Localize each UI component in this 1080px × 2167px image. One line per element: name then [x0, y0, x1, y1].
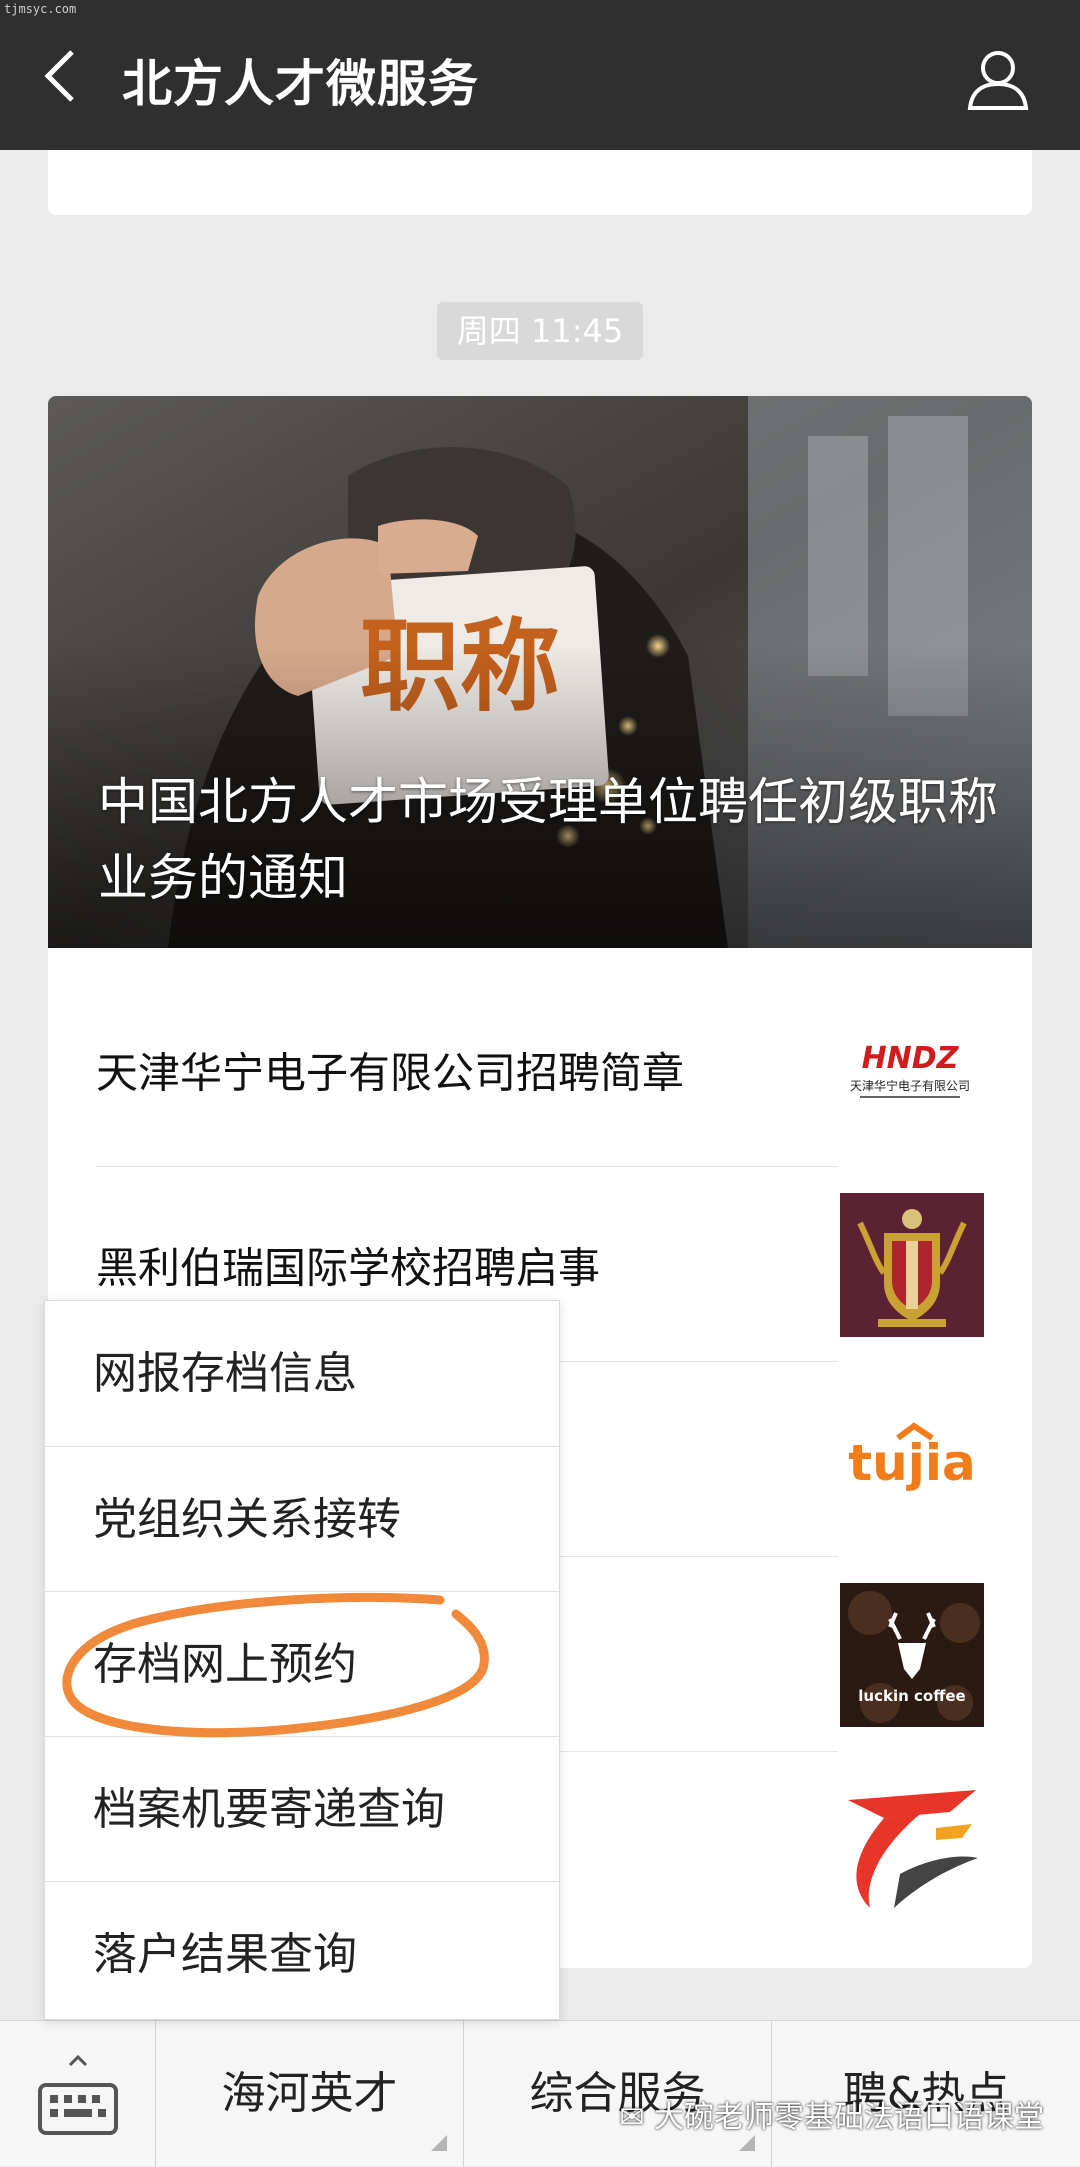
article-thumbnail: luckin coffee: [840, 1582, 984, 1727]
article-item[interactable]: 天津华宁电子有限公司招聘简章 HNDZ 天津华宁电子有限公司: [48, 972, 1032, 1167]
menu-item-online-archive-info[interactable]: 网报存档信息: [45, 1301, 559, 1446]
svg-text:tujia: tujia: [848, 1434, 976, 1492]
wechat-icon: ✉: [619, 2100, 654, 2135]
tujia-logo-icon: tujia: [840, 1387, 984, 1532]
cover-article[interactable]: 职称 中国北方人才市场受理单位聘任初级职称业务的通知: [48, 396, 1032, 948]
back-button[interactable]: [38, 48, 88, 104]
svg-text:luckin coffee: luckin coffee: [858, 1687, 965, 1705]
menu-item-party-relation-transfer[interactable]: 党组织关系接转: [45, 1446, 559, 1591]
site-watermark: tjmsyc.com: [4, 2, 77, 16]
article-thumbnail: [840, 1192, 984, 1337]
cover-title: 中国北方人才市场受理单位聘任初级职称业务的通知: [98, 773, 998, 907]
article-thumbnail: [840, 1777, 984, 1922]
submenu-indicator-icon: [431, 2135, 447, 2151]
channel-watermark: ✉ 大碗老师零基础法语口语课堂: [619, 2100, 1044, 2135]
top-bar: 北方人才微服务: [0, 0, 1080, 150]
article-title: 天津华宁电子有限公司招聘简章: [96, 1048, 685, 1097]
article-thumbnail: HNDZ 天津华宁电子有限公司: [840, 997, 984, 1142]
svg-text:HNDZ: HNDZ: [862, 1041, 960, 1076]
back-arrow-icon: [44, 50, 74, 102]
menu-item-archive-online-booking[interactable]: 存档网上预约: [45, 1591, 559, 1736]
school-crest-icon: [840, 1192, 984, 1337]
service-submenu: 网报存档信息 党组织关系接转 存档网上预约 档案机要寄递查询 落户结果查询: [44, 1300, 560, 2020]
profile-button[interactable]: [966, 48, 1030, 112]
luckin-coffee-logo-icon: luckin coffee: [840, 1582, 984, 1727]
company-logo-icon: HNDZ 天津华宁电子有限公司: [840, 997, 984, 1142]
menu-item-settlement-result-query[interactable]: 落户结果查询: [45, 1881, 559, 2026]
menu-item-archive-mail-tracking[interactable]: 档案机要寄递查询: [45, 1736, 559, 1881]
submenu-indicator-icon: [739, 2135, 755, 2151]
tab-haihe-talent[interactable]: 海河英才: [156, 2021, 464, 2167]
red-swoosh-logo-icon: [840, 1777, 984, 1922]
page-title: 北方人才微服务: [122, 55, 479, 113]
timestamp-badge: 周四 11:45: [437, 302, 643, 360]
previous-message-card[interactable]: [48, 150, 1032, 215]
article-title: 黑利伯瑞国际学校招聘启事: [96, 1243, 601, 1292]
article-thumbnail: tujia: [840, 1387, 984, 1532]
svg-text:天津华宁电子有限公司: 天津华宁电子有限公司: [850, 1078, 970, 1093]
tab-label: 海河英才: [221, 2068, 398, 2119]
keyboard-toggle-button[interactable]: [0, 2021, 156, 2167]
user-icon: [967, 51, 1029, 110]
keyboard-icon: [38, 2055, 118, 2135]
